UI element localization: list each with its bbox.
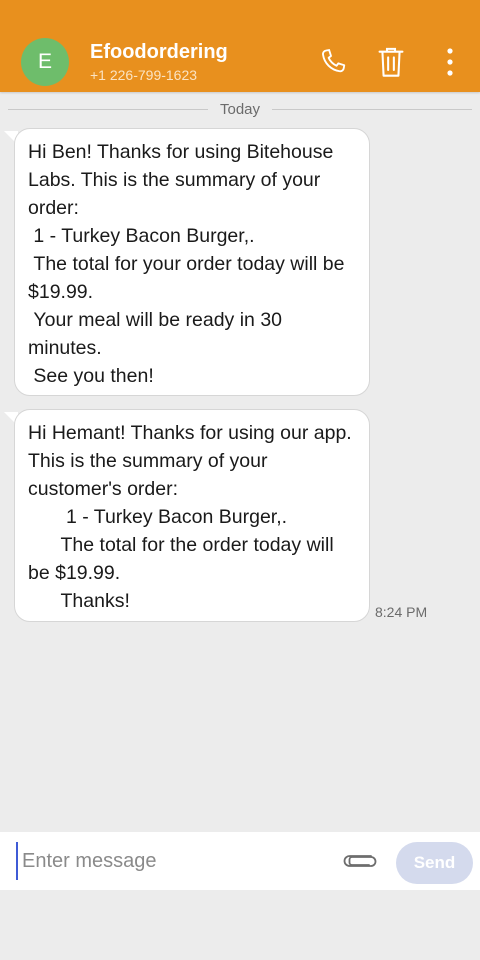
send-button[interactable]: Send — [396, 842, 473, 884]
keyboard-area — [0, 890, 480, 960]
paperclip-icon — [343, 855, 377, 867]
contact-name: Efoodordering — [90, 41, 228, 63]
message-bubble[interactable]: Hi Ben! Thanks for using Bitehouse Labs.… — [14, 128, 370, 396]
message-composer: Send — [0, 832, 480, 890]
call-button[interactable] — [313, 42, 353, 82]
attach-button[interactable] — [338, 844, 382, 878]
delete-button[interactable] — [371, 42, 411, 82]
phone-icon — [322, 49, 346, 73]
trash-icon — [378, 47, 404, 77]
message-input[interactable] — [16, 842, 336, 880]
date-divider: Today — [0, 98, 480, 122]
divider-line-right — [272, 109, 472, 110]
contact-number: +1 226-799-1623 — [90, 67, 198, 83]
message-bubble[interactable]: Hi Hemant! Thanks for using our app. Thi… — [14, 409, 370, 622]
contact-avatar[interactable]: E — [21, 38, 69, 86]
app-bar: E Efoodordering +1 226-799-1623 — [0, 0, 480, 92]
more-vert-icon — [447, 48, 453, 76]
more-options-button[interactable] — [430, 42, 470, 82]
message-timestamp: 8:24 PM — [375, 604, 428, 620]
